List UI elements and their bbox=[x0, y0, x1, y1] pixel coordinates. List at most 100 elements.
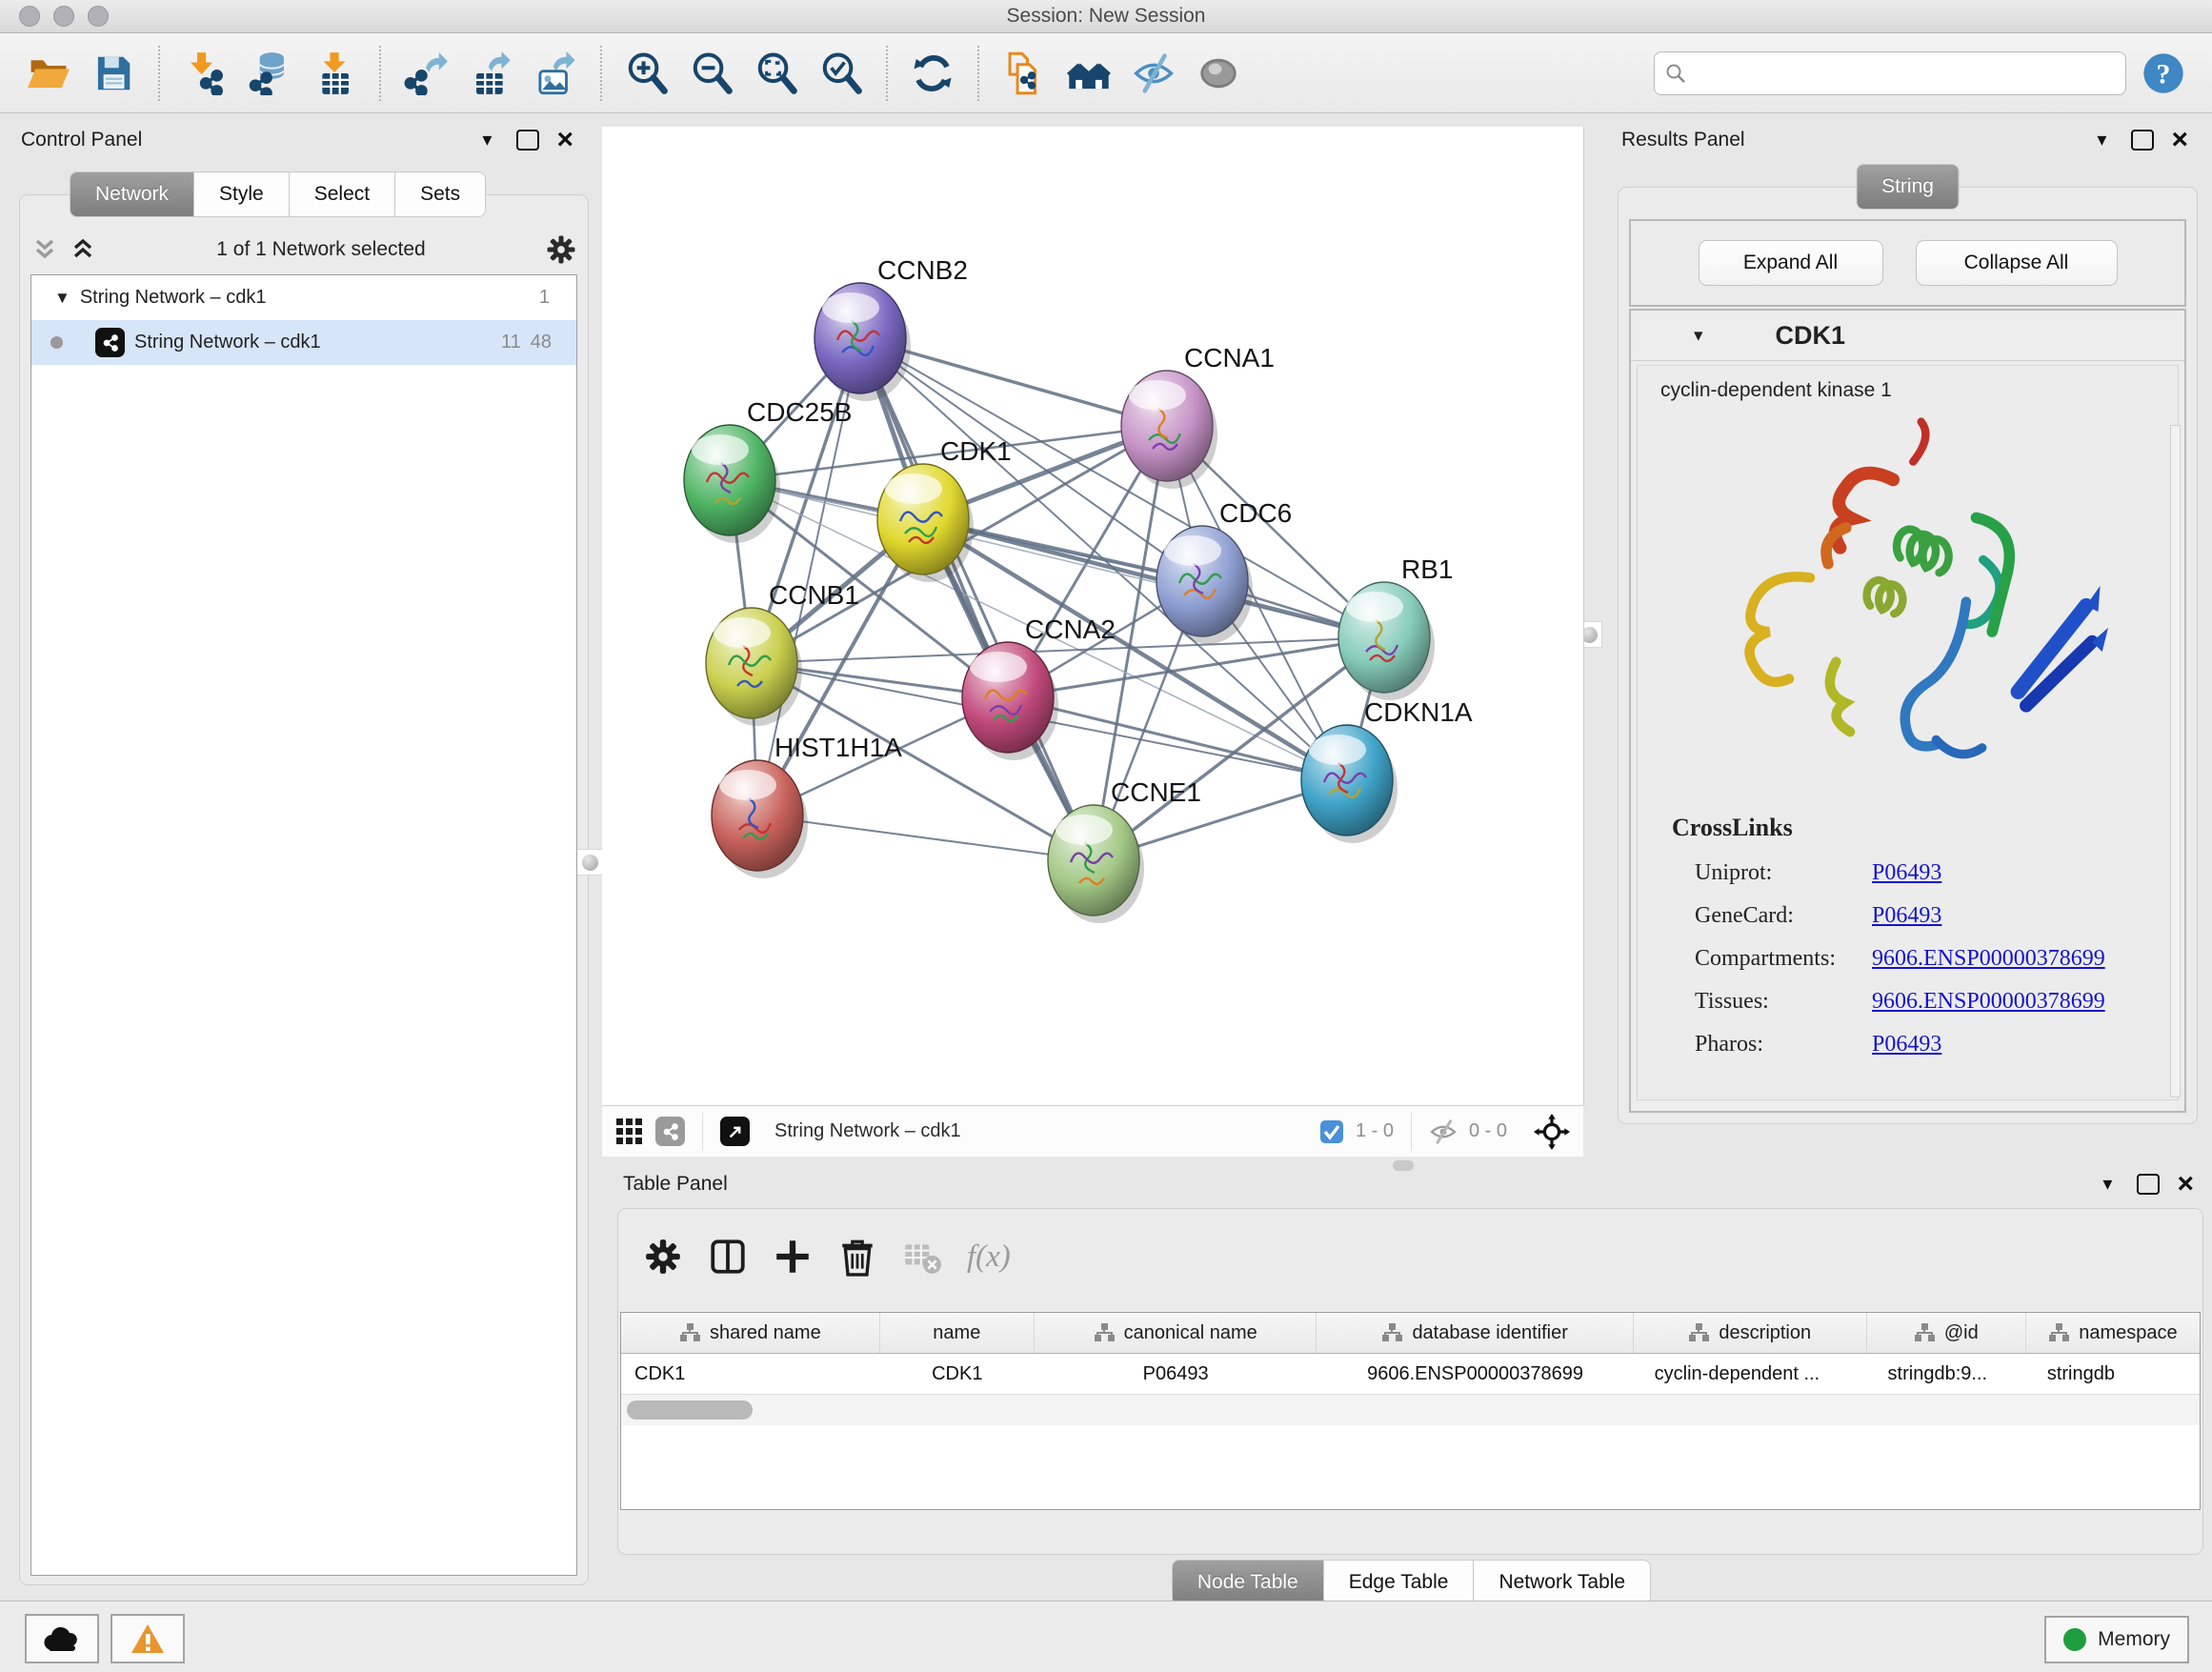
import-network-database-button[interactable] bbox=[242, 44, 297, 103]
export-table-button[interactable] bbox=[463, 44, 518, 103]
tab-style[interactable]: Style bbox=[194, 171, 290, 217]
cloud-icon bbox=[43, 1625, 81, 1652]
tab-select[interactable]: Select bbox=[290, 171, 395, 217]
close-panel-icon[interactable]: × bbox=[2171, 131, 2188, 150]
network-canvas[interactable]: CCNB2CCNA1CDC25BCDK1CDC6RB1CCNB1CCNA2CDK… bbox=[602, 127, 1584, 1105]
toolbar-separator bbox=[600, 46, 602, 101]
close-panel-icon[interactable]: × bbox=[556, 131, 573, 150]
export-image-button[interactable] bbox=[528, 44, 583, 103]
collapse-all-button[interactable]: Collapse All bbox=[1916, 240, 2118, 286]
float-panel-icon[interactable] bbox=[2137, 1174, 2160, 1195]
warnings-button[interactable] bbox=[111, 1614, 185, 1663]
crosslink-value[interactable]: P06493 bbox=[1872, 852, 1941, 895]
close-panel-icon[interactable]: × bbox=[2177, 1175, 2194, 1194]
crosslink-value[interactable]: P06493 bbox=[1872, 895, 1941, 937]
collapse-entry-icon[interactable]: ▾ bbox=[1694, 325, 1703, 347]
network-options-gear-icon[interactable] bbox=[545, 233, 577, 266]
expand-all-icon[interactable] bbox=[69, 235, 97, 264]
tab-network[interactable]: Network bbox=[70, 171, 194, 217]
network-edge[interactable] bbox=[860, 338, 1094, 860]
column-header[interactable]: description bbox=[1634, 1313, 1867, 1353]
network-node-CDKN1A[interactable]: CDKN1A bbox=[1301, 697, 1473, 843]
column-header[interactable]: database identifier bbox=[1317, 1313, 1633, 1353]
network-node-CDC25B[interactable]: CDC25B bbox=[684, 397, 852, 543]
panel-menu-icon[interactable]: ▾ bbox=[2102, 1172, 2112, 1196]
search-input[interactable] bbox=[1693, 61, 2106, 85]
network-node-CDC6[interactable]: CDC6 bbox=[1156, 498, 1292, 644]
column-header[interactable]: name bbox=[880, 1313, 1035, 1353]
zoom-selected-button[interactable] bbox=[814, 44, 869, 103]
zoom-fit-icon bbox=[754, 51, 798, 95]
column-header[interactable]: @id bbox=[1867, 1313, 2026, 1353]
add-column-icon[interactable] bbox=[773, 1237, 813, 1277]
panel-menu-icon[interactable]: ▾ bbox=[2097, 128, 2106, 151]
network-edge[interactable] bbox=[923, 519, 1384, 637]
network-node-RB1[interactable]: RB1 bbox=[1338, 554, 1453, 700]
import-table-button[interactable] bbox=[307, 44, 362, 103]
network-status-dot bbox=[50, 336, 63, 349]
tab-sets[interactable]: Sets bbox=[395, 171, 486, 217]
tab-node-table[interactable]: Node Table bbox=[1172, 1560, 1324, 1605]
crosslink-value[interactable]: 9606.ENSP00000378699 bbox=[1872, 937, 2105, 980]
table-horizontal-scrollbar[interactable] bbox=[621, 1394, 2200, 1425]
network-node-CCNA2[interactable]: CCNA2 bbox=[962, 614, 1116, 760]
tab-edge-table[interactable]: Edge Table bbox=[1324, 1560, 1475, 1605]
grid-view-icon[interactable] bbox=[615, 1118, 644, 1146]
gene-card-header[interactable]: ▾ CDK1 bbox=[1631, 311, 2184, 361]
column-header[interactable]: namespace bbox=[2026, 1313, 2200, 1353]
column-header[interactable]: canonical name bbox=[1035, 1313, 1317, 1353]
network-label: String Network – cdk1 bbox=[134, 332, 321, 353]
memory-button[interactable]: Memory bbox=[2044, 1616, 2189, 1663]
scrollbar-thumb[interactable] bbox=[627, 1400, 753, 1420]
network-node-CCNE1[interactable]: CCNE1 bbox=[1048, 777, 1201, 923]
node-label: CCNB1 bbox=[769, 580, 859, 610]
cloud-button[interactable] bbox=[25, 1614, 99, 1663]
crosslink-row: Compartments:9606.ENSP00000378699 bbox=[1695, 937, 2178, 980]
help-icon: ? bbox=[2142, 51, 2185, 95]
network-collection-row[interactable]: ▼ String Network – cdk1 1 bbox=[31, 275, 576, 320]
first-neighbors-button[interactable] bbox=[996, 44, 1052, 103]
network-graph[interactable]: CCNB2CCNA1CDC25BCDK1CDC6RB1CCNB1CCNA2CDK… bbox=[602, 127, 1583, 1105]
network-row-selected[interactable]: String Network – cdk1 11 48 bbox=[31, 320, 576, 365]
show-hidden-button[interactable] bbox=[1191, 44, 1246, 103]
hide-selected-button[interactable] bbox=[1126, 44, 1181, 103]
tree-expander-icon[interactable]: ▼ bbox=[54, 289, 70, 308]
tab-string[interactable]: String bbox=[1856, 164, 1960, 210]
tab-network-table[interactable]: Network Table bbox=[1474, 1560, 1651, 1605]
export-network-button[interactable] bbox=[398, 44, 453, 103]
left-splitter-handle[interactable] bbox=[576, 849, 603, 876]
show-columns-icon[interactable] bbox=[708, 1237, 748, 1277]
birds-eye-crosshair-icon[interactable] bbox=[1534, 1114, 1570, 1150]
delete-column-icon[interactable] bbox=[837, 1237, 877, 1277]
refresh-button[interactable] bbox=[905, 44, 960, 103]
collapse-all-icon[interactable] bbox=[30, 235, 59, 264]
selected-checkbox-icon[interactable] bbox=[1319, 1119, 1344, 1144]
results-scrollbar[interactable] bbox=[2170, 425, 2181, 1098]
table-options-gear-icon[interactable] bbox=[643, 1237, 683, 1277]
network-node-HIST1H1A[interactable]: HIST1H1A bbox=[712, 733, 902, 878]
help-button[interactable]: ? bbox=[2136, 44, 2191, 103]
network-node-CCNB2[interactable]: CCNB2 bbox=[814, 255, 968, 401]
string-view-icon[interactable] bbox=[655, 1117, 685, 1146]
import-network-button[interactable] bbox=[177, 44, 232, 103]
column-header[interactable]: shared name bbox=[621, 1313, 880, 1353]
network-node-CCNA1[interactable]: CCNA1 bbox=[1121, 343, 1275, 489]
graphics-details-button[interactable] bbox=[1061, 44, 1116, 103]
open-session-button[interactable] bbox=[21, 44, 76, 103]
crosslink-value[interactable]: P06493 bbox=[1872, 1023, 1941, 1066]
network-node-CCNB1[interactable]: CCNB1 bbox=[706, 580, 859, 726]
open-in-window-icon[interactable] bbox=[720, 1117, 750, 1146]
table-row[interactable]: CDK1 CDK1 P06493 9606.ENSP00000378699 cy… bbox=[621, 1354, 2200, 1394]
hidden-eye-slash-icon[interactable] bbox=[1429, 1118, 1458, 1146]
search-box[interactable] bbox=[1654, 51, 2126, 95]
zoom-in-button[interactable] bbox=[619, 44, 674, 103]
expand-all-button[interactable]: Expand All bbox=[1699, 240, 1883, 286]
float-panel-icon[interactable] bbox=[2131, 130, 2154, 151]
panel-menu-icon[interactable]: ▾ bbox=[482, 128, 492, 151]
save-session-button[interactable] bbox=[86, 44, 141, 103]
zoom-fit-button[interactable] bbox=[749, 44, 804, 103]
float-panel-icon[interactable] bbox=[516, 130, 539, 151]
crosslink-value[interactable]: 9606.ENSP00000378699 bbox=[1872, 980, 2105, 1023]
zoom-selected-icon bbox=[819, 51, 863, 95]
zoom-out-button[interactable] bbox=[684, 44, 739, 103]
